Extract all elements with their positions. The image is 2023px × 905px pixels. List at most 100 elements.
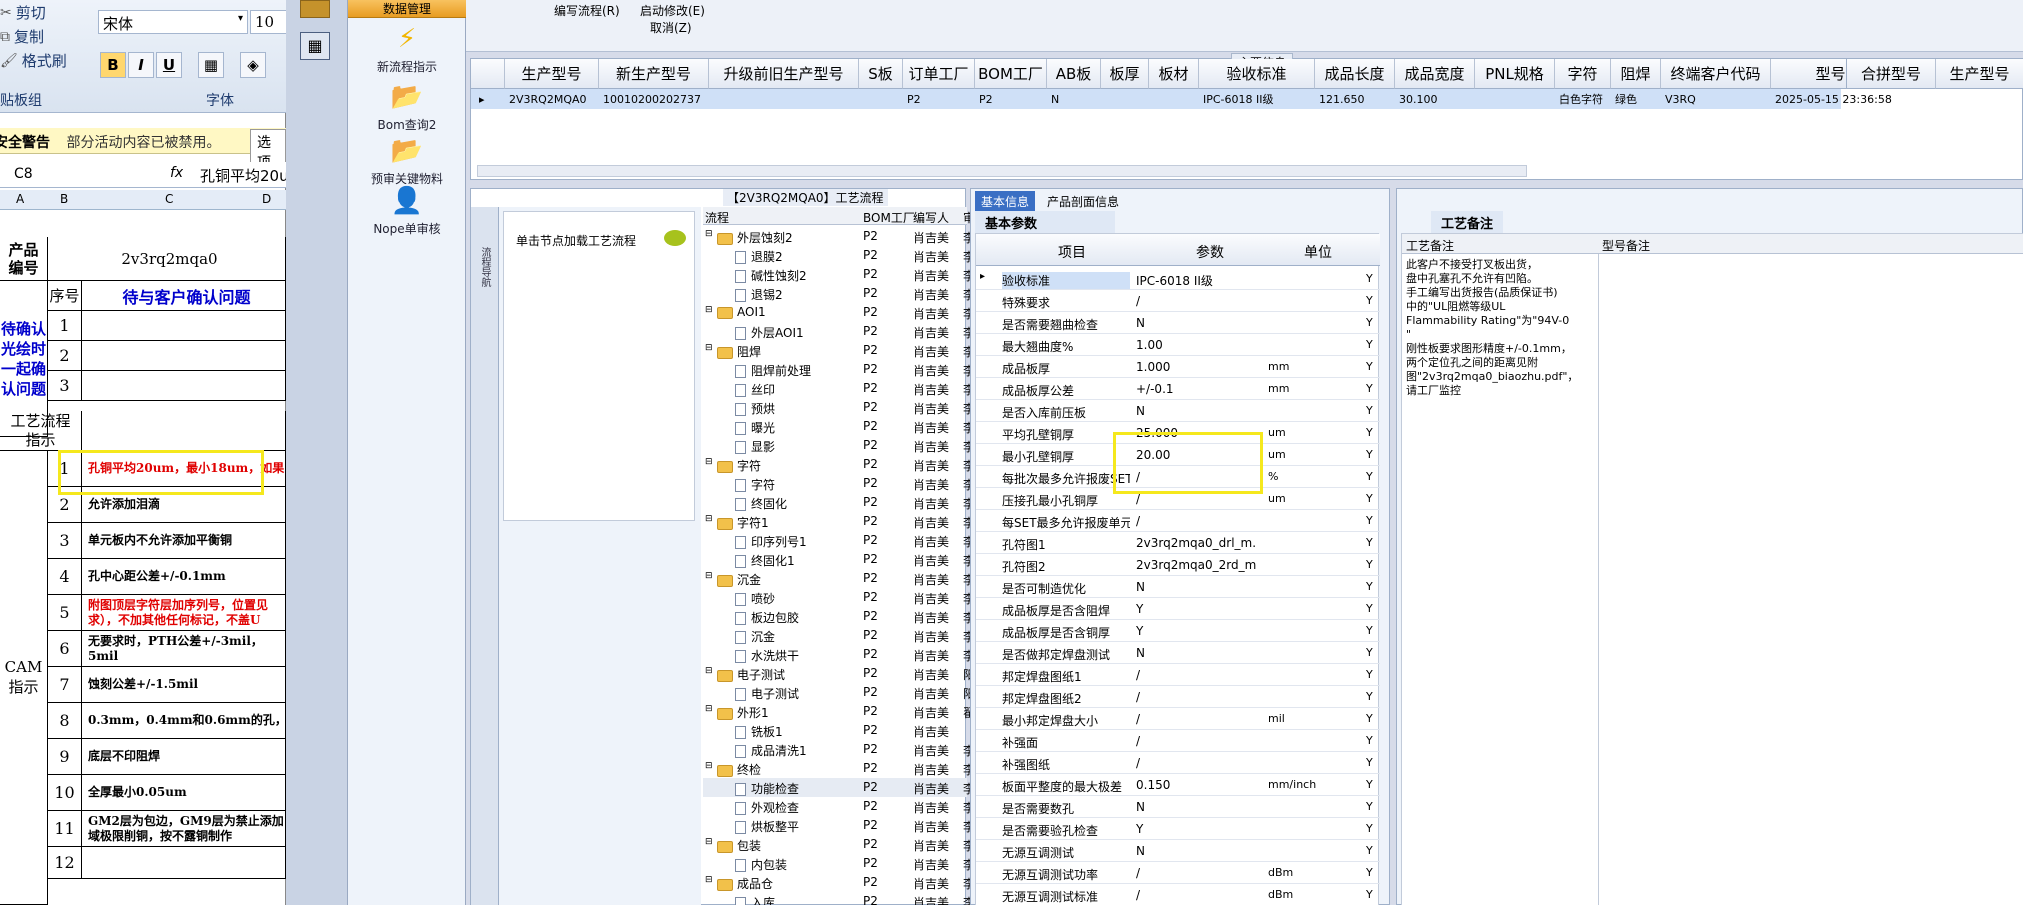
horizontal-scrollbar[interactable] [477,165,1527,177]
param-value[interactable]: N [1136,404,1256,418]
row-number[interactable]: 5 [48,595,82,631]
collapse-icon[interactable]: ⊟ [705,666,713,676]
tree-node[interactable]: 预烘 [735,400,775,417]
confirm-value-cell[interactable] [82,311,286,341]
tree-node[interactable]: 终固化 [735,495,787,512]
tree-node[interactable]: ⊟ 沉金 [705,571,761,588]
function-icon[interactable]: fx [170,165,183,181]
param-value[interactable]: / [1136,888,1256,902]
tab-basic-params[interactable]: 基本参数 [975,211,1115,234]
tree-row[interactable]: 外观检查P2肖吉美李海燕 [703,797,999,816]
tree-row[interactable]: 曝光P2肖吉美李海燕 [703,417,999,436]
param-value[interactable]: N [1136,646,1256,660]
toolbox-header[interactable]: 数据管理 [348,0,466,18]
main-info-col-5[interactable]: BOM工厂 [975,59,1047,89]
param-value[interactable]: N [1136,316,1256,330]
bom-query-button[interactable]: 📂 Bom查询2 [348,82,466,133]
row-number[interactable]: 9 [48,739,82,775]
param-row[interactable]: 是否需要数孔 N Y [976,796,1380,818]
italic-button[interactable]: I [128,52,154,78]
main-info-col-4[interactable]: 订单工厂 [903,59,975,89]
tree-node[interactable]: 喷砂 [735,590,775,607]
process-remark-text[interactable]: 此客户不接受打叉板出货， 盘中孔塞孔不允许有凹陷。 手工编写出货报告(品质保证书… [1406,258,1596,398]
pending-header-cell[interactable]: 待与客户确认问题 [82,281,286,311]
row-number[interactable]: 11 [48,811,82,847]
cam-instruction-cell[interactable]: 孔中心距公差+/-0.1mm [82,559,286,595]
row-number[interactable]: 10 [48,775,82,811]
column-b[interactable]: B [60,192,68,206]
tree-node[interactable]: 沉金 [735,628,775,645]
tree-row[interactable]: 终固化P2肖吉美李海燕 [703,493,999,512]
product-value-cell[interactable]: 2v3rq2mqa0 [48,237,286,281]
main-info-col-13[interactable]: 字符 [1555,59,1611,89]
param-value[interactable]: 1.000 [1136,360,1256,374]
col-item[interactable]: 项目 [1058,242,1086,262]
param-value[interactable]: +/-0.1 [1136,382,1256,396]
param-row[interactable]: 成品板厚是否含铜厚 Y Y [976,620,1380,642]
tree-row[interactable]: 水洗烘干P2肖吉美李海燕 [703,645,999,664]
tree-node[interactable]: ⊟ 外形1 [705,704,769,721]
confirm-value-cell[interactable] [82,341,286,371]
cam-instruction-cell[interactable]: 单元板内不允许添加平衡铜 [82,523,286,559]
main-info-cell[interactable]: 2025-05-15 23:36:58 [1771,89,1921,109]
tree-node[interactable]: 功能检查 [735,780,799,797]
param-row[interactable]: 邦定焊盘图纸1 / Y [976,664,1380,686]
tree-row[interactable]: 成品清洗1P2肖吉美李海燕 [703,740,999,759]
row-number[interactable]: 3 [48,371,82,401]
collapse-icon[interactable]: ⊟ [705,761,713,771]
collapse-icon[interactable]: ⊟ [705,229,713,239]
column-a[interactable]: A [16,192,24,206]
row-number[interactable]: 7 [48,667,82,703]
param-row[interactable]: 成品板厚 1.000 mm Y [976,356,1380,378]
main-info-cell[interactable]: IPC-6018 II级 [1199,89,1315,109]
tree-row[interactable]: ⊟AOI1P2肖吉美李海燕 [703,303,999,322]
flow-nav-tab[interactable]: 流程导航 [477,247,492,287]
tree-node[interactable]: ⊟ 包装 [705,837,761,854]
name-box[interactable]: C8 [14,166,109,182]
row-number[interactable]: 4 [48,559,82,595]
collapse-icon[interactable]: ⊟ [705,875,713,885]
param-value[interactable]: Y [1136,602,1256,616]
column-d[interactable]: D [262,192,271,206]
param-value[interactable]: N [1136,800,1256,814]
tree-node[interactable]: 水洗烘干 [735,647,799,664]
cam-instruction-cell[interactable]: GM2层为包边，GM9层为禁止添加 域极限削铜，按不露铜制作 [82,811,286,847]
main-info-col-8[interactable]: 板材 [1149,59,1199,89]
main-info-cell[interactable]: 121.650 [1315,89,1395,109]
menu-write-flow[interactable]: 编写流程(R) [554,2,620,19]
formula-input[interactable]: 孔铜平均20u [200,165,289,186]
tree-row[interactable]: ⊟沉金P2肖吉美李海燕 [703,569,999,588]
main-info-cell[interactable]: 白色字符 [1555,89,1611,109]
tree-node[interactable]: ⊟ 外层蚀刻2 [705,229,793,246]
tree-row[interactable]: 阻焊前处理P2肖吉美李海燕 [703,360,999,379]
param-row[interactable]: 孔符图2 2v3rq2mqa0_2rd_m... Y [976,554,1380,576]
main-info-col-3[interactable]: S板 [859,59,903,89]
menu-cancel[interactable]: 取消(Z) [650,19,692,36]
side-col-prod-model[interactable]: 生产型号 [1936,59,2023,89]
tree-node[interactable]: ⊟ 终检 [705,761,761,778]
param-row[interactable]: 最大翘曲度% 1.00 Y [976,334,1380,356]
tree-node[interactable]: 印序列号1 [735,533,807,550]
param-row[interactable]: 无源互调测试标准 / dBm Y [976,884,1380,905]
main-info-cell[interactable] [709,89,859,109]
param-value[interactable]: / [1136,668,1256,682]
tree-node[interactable]: 终固化1 [735,552,795,569]
side-col-merge-model[interactable]: 合拼型号 [1846,59,1936,89]
col-bom-factory[interactable]: BOM工厂 [863,209,915,226]
param-row[interactable]: 特殊要求 / Y [976,290,1380,312]
tree-row[interactable]: 入库P2肖吉美李海燕 [703,892,999,905]
tree-node[interactable]: ⊟ AOI1 [705,305,766,319]
tree-row[interactable]: 内包装P2肖吉美李海燕 [703,854,999,873]
param-row[interactable]: 补强面 / Y [976,730,1380,752]
cam-instruction-cell[interactable]: 0.3mm，0.4mm和0.6mm的孔，树 [82,703,286,739]
row-number[interactable]: 1 [48,311,82,341]
tree-row[interactable]: 丝印P2肖吉美李海燕 [703,379,999,398]
param-row[interactable]: 成品板厚是否含阻焊 Y Y [976,598,1380,620]
main-info-cell[interactable] [859,89,903,109]
calendar-icon[interactable] [300,0,330,18]
collapse-icon[interactable]: ⊟ [705,457,713,467]
main-info-cell[interactable]: 绿色 [1611,89,1661,109]
tree-row[interactable]: ⊟外层蚀刻2P2肖吉美李海燕 [703,227,999,246]
param-value[interactable]: / [1136,756,1256,770]
tree-node[interactable]: 字符 [735,476,775,493]
